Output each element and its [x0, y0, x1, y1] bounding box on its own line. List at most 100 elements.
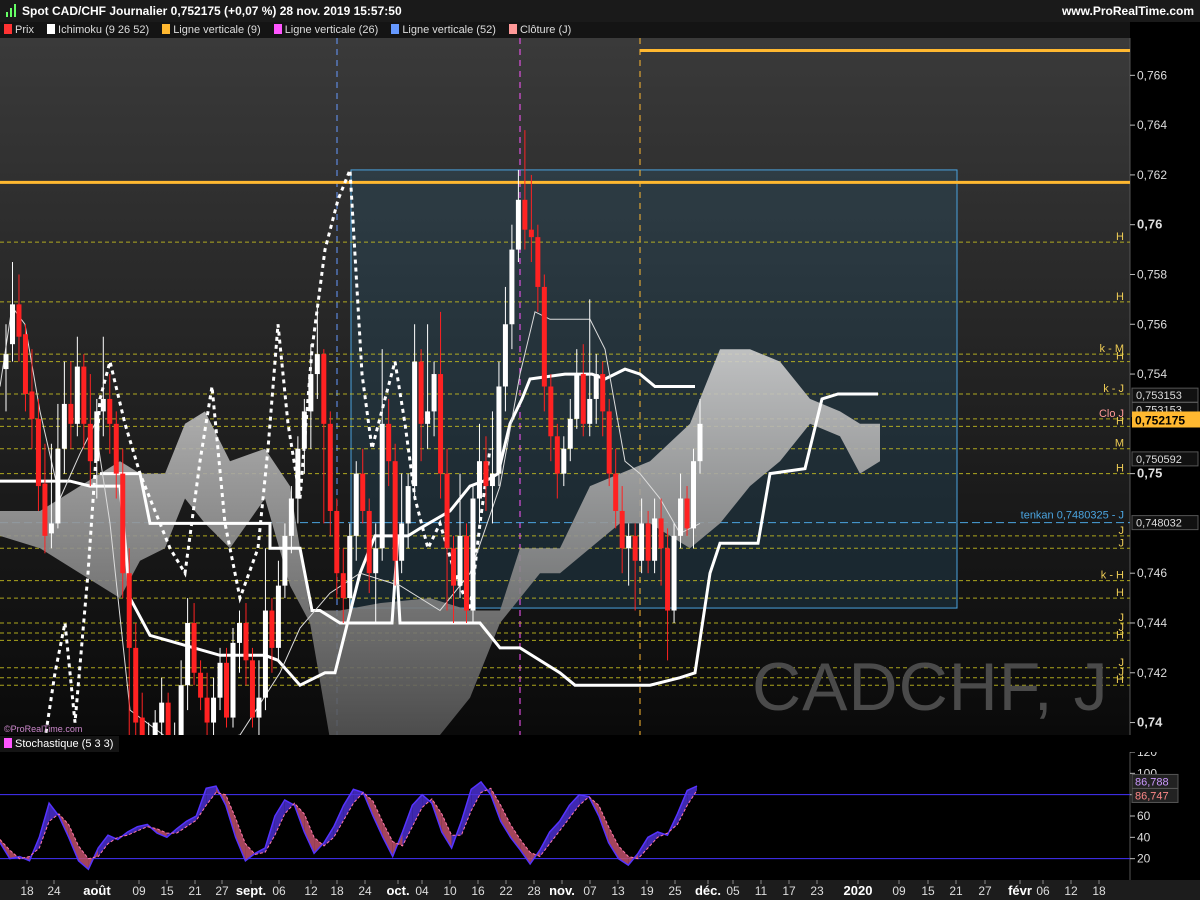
x-tick-label: oct.	[386, 883, 409, 898]
candle-body	[593, 374, 599, 399]
stoch-tick-label: 120	[1137, 752, 1157, 759]
legend-item-cloture[interactable]: Clôture (J)	[505, 22, 571, 38]
candle-body	[94, 411, 100, 462]
x-tick-label: 24	[358, 884, 372, 898]
candle-body	[515, 199, 521, 250]
candle-body	[9, 304, 15, 345]
candle	[671, 523, 677, 623]
candle-body	[321, 354, 327, 424]
candle-body	[412, 361, 418, 487]
level-tag: H	[1116, 291, 1124, 303]
x-tick-label: 16	[471, 884, 485, 898]
x-tick-label: 11	[755, 884, 768, 898]
candle-body	[211, 697, 217, 723]
candle-body	[308, 374, 314, 412]
candle-body	[3, 354, 9, 370]
level-tag: H	[1116, 415, 1124, 427]
y-tick-label: 0,766	[1137, 68, 1167, 82]
candle-body	[522, 199, 528, 230]
candle-body	[509, 249, 515, 325]
x-tick-label: 05	[726, 884, 740, 898]
candle-body	[470, 498, 476, 611]
x-tick-label: 12	[304, 884, 318, 898]
y-tick-label: 0,74	[1137, 715, 1163, 730]
y-tick-label: 0,742	[1137, 666, 1167, 680]
level-tag: H	[1116, 231, 1124, 243]
stochastic-chart[interactable]: 1201008060402086,78886,747	[0, 752, 1200, 880]
candle	[347, 523, 353, 611]
candle-body	[554, 436, 560, 474]
x-tick-label: sept.	[236, 883, 266, 898]
candle-body	[386, 423, 392, 462]
x-tick-label: 2020	[844, 883, 873, 898]
candle-body	[217, 662, 223, 698]
candle-body	[139, 717, 145, 735]
x-tick-label: 10	[443, 884, 457, 898]
candle-body	[438, 374, 444, 474]
candle-body	[230, 642, 236, 718]
x-tick-label: 15	[160, 884, 174, 898]
candle-body	[528, 229, 534, 238]
candle-body	[665, 548, 671, 611]
candle-body	[632, 535, 638, 561]
time-axis: 18 24 août 09 15 21 27 sept. 06 12 18 24 oct. 04 10 16 2…	[0, 880, 1200, 900]
x-tick-label: 17	[782, 884, 796, 898]
stoch-value-label: 86,788	[1135, 776, 1169, 788]
legend-item-ichimoku[interactable]: Ichimoku (9 26 52)	[43, 22, 149, 38]
candle-body	[334, 510, 340, 574]
candle-body	[392, 461, 398, 561]
candle-body	[301, 411, 307, 449]
candle-body	[444, 473, 450, 549]
candle-body	[22, 334, 28, 394]
candle-body	[87, 423, 93, 462]
x-tick-label: 13	[611, 884, 625, 898]
level-tag: k - H	[1101, 570, 1124, 582]
level-tag: H	[1116, 463, 1124, 475]
candle	[230, 627, 236, 728]
legend-item-vertical-9[interactable]: Ligne verticale (9)	[158, 22, 261, 38]
swatch-icon	[391, 24, 400, 34]
candle-body	[425, 411, 431, 424]
candle-body	[126, 573, 132, 648]
x-tick-label: 19	[640, 884, 654, 898]
candle-body	[405, 486, 411, 524]
candle	[464, 523, 470, 623]
level-tag: J	[1119, 537, 1125, 549]
candle-body	[74, 366, 80, 424]
stoch-tick-label: 60	[1137, 809, 1151, 823]
x-tick-label: févr	[1008, 883, 1032, 898]
candle-body	[353, 473, 359, 536]
price-chart[interactable]: HHk - MHk - JClo JHMHJJk - HHJJHJJHtenka…	[0, 38, 1200, 735]
candle-body	[464, 535, 470, 611]
legend-item-prix[interactable]: Prix	[0, 22, 34, 38]
candle-body	[295, 448, 301, 499]
candle-body	[587, 398, 593, 424]
candle-body	[373, 548, 379, 574]
candle-body	[360, 473, 366, 511]
candle-body	[198, 672, 204, 698]
candle-body	[613, 473, 619, 511]
candle-body	[256, 697, 262, 718]
brand-link[interactable]: www.ProRealTime.com	[1062, 0, 1194, 22]
legend-item-vertical-26[interactable]: Ligne verticale (26)	[270, 22, 378, 38]
candle-body	[697, 423, 703, 462]
candle-body	[379, 423, 385, 549]
level-tag: H	[1116, 674, 1124, 686]
signal-bars-icon	[6, 4, 16, 17]
candle-body	[61, 403, 67, 449]
x-tick-label: 09	[132, 884, 146, 898]
legend-item-vertical-52[interactable]: Ligne verticale (52)	[387, 22, 496, 38]
candle-body	[684, 498, 690, 529]
level-tag: M	[1115, 438, 1124, 450]
x-tick-label: 23	[810, 884, 824, 898]
candle-body	[133, 647, 139, 723]
candle-body	[100, 398, 106, 412]
candle-body	[120, 473, 126, 574]
candle-body	[113, 423, 119, 474]
stochastic-legend[interactable]: Stochastique (5 3 3)	[0, 736, 120, 752]
candle-body	[431, 374, 437, 412]
candle-body	[107, 398, 113, 424]
x-tick-label: 18	[1092, 884, 1106, 898]
candle-body	[48, 523, 54, 534]
x-tick-label: nov.	[549, 883, 575, 898]
